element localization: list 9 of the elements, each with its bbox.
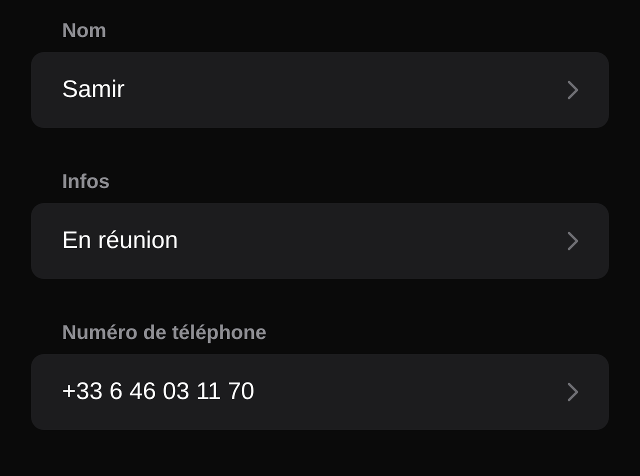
settings-row[interactable]: En réunion <box>31 203 609 279</box>
settings-row[interactable]: Samir <box>31 52 609 128</box>
section-label: Nom <box>61 19 108 44</box>
section-label: Infos <box>61 170 111 195</box>
chevron-right-icon <box>567 231 579 251</box>
settings-row[interactable]: +33 6 46 03 11 70 <box>31 354 609 430</box>
section-label: Numéro de téléphone <box>61 321 268 346</box>
chevron-right-icon <box>567 382 579 402</box>
chevron-right-icon <box>567 80 579 100</box>
